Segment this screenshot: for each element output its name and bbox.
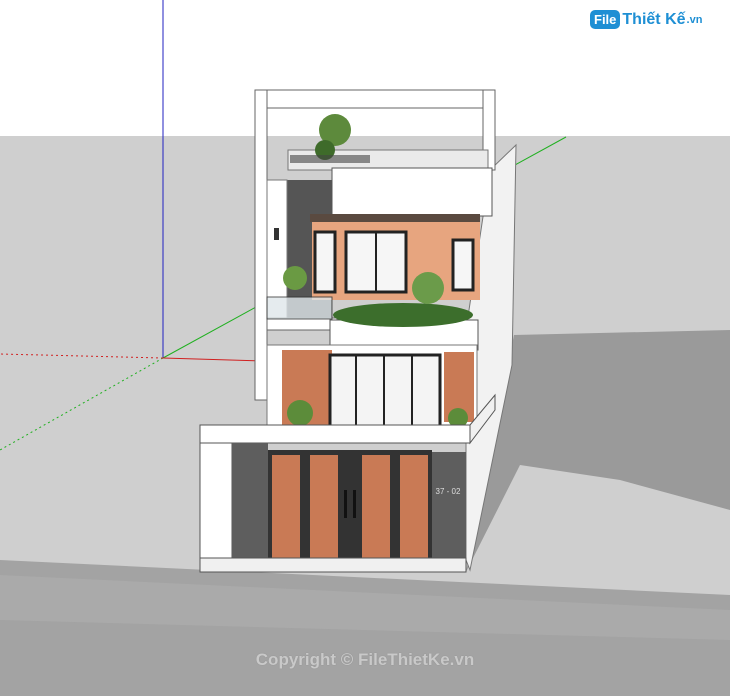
fence-base	[199, 557, 467, 573]
yard-plant	[287, 400, 313, 426]
second-floor-box	[331, 167, 493, 217]
gate-panel-3	[362, 455, 390, 558]
wall-lamp	[274, 228, 279, 240]
balcony-slab	[266, 317, 338, 331]
planter-tree	[412, 272, 444, 304]
fence-left-pillar	[199, 442, 233, 562]
planter-greenery	[333, 303, 473, 327]
balcony-plant	[283, 266, 307, 290]
second-floor-window-left	[313, 230, 337, 294]
gate-handle-left	[344, 490, 347, 518]
second-floor-window-right	[451, 238, 475, 292]
gate-panel-4	[400, 455, 428, 558]
watermark-logo: File Thiết Kế .vn	[590, 10, 702, 29]
fence-top	[199, 424, 471, 444]
roof-frame-left	[254, 89, 268, 401]
fence-stone-left	[232, 443, 268, 561]
gate-panel-1	[272, 455, 300, 558]
logo-domain: .vn	[686, 13, 703, 26]
roof-frame	[254, 89, 496, 109]
balcony-glass	[266, 296, 333, 320]
logo-badge: File	[590, 10, 621, 29]
fence-stone-right	[430, 452, 466, 560]
sketchup-viewport[interactable]: 37 - 02	[0, 0, 730, 696]
second-floor-awning	[310, 214, 480, 222]
logo-text: Thiết Kế	[622, 10, 686, 28]
gate-handle-right	[353, 490, 356, 518]
roof-railing	[290, 155, 370, 163]
copyright-watermark: Copyright © FileThietKe.vn	[255, 650, 475, 669]
gate-panel-2	[310, 455, 338, 558]
gate-number-plate: 37 - 02	[436, 487, 461, 496]
